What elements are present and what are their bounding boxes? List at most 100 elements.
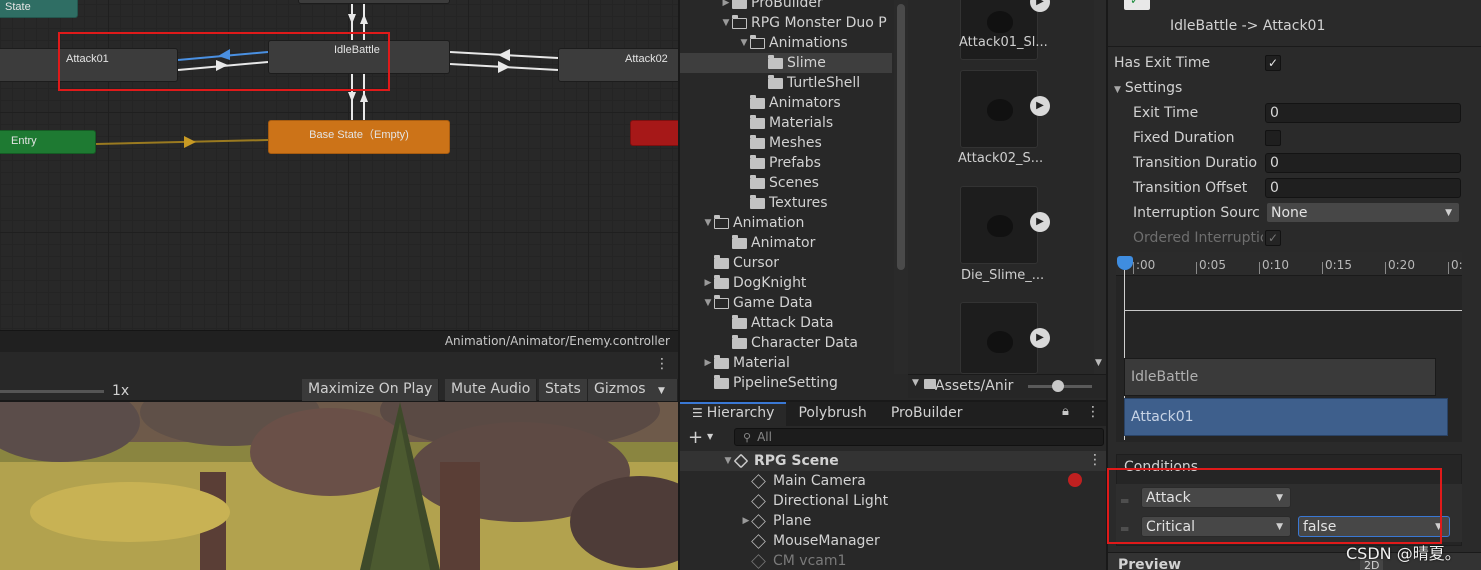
timeline-tick-label: 0:05 xyxy=(1199,258,1226,272)
chevron-down-icon[interactable]: ▼ xyxy=(738,38,750,48)
tree-item[interactable]: Animators xyxy=(680,93,892,113)
slider-handle[interactable] xyxy=(1052,380,1064,392)
mute-audio-button[interactable]: Mute Audio xyxy=(445,379,538,401)
game-viewport[interactable] xyxy=(0,402,678,570)
tree-item[interactable]: TurtleShell xyxy=(680,73,892,93)
maximize-on-play-button[interactable]: Maximize On Play xyxy=(302,379,440,401)
transition-offset-field[interactable]: 0 xyxy=(1265,178,1461,198)
play-icon[interactable]: ▶ xyxy=(1030,96,1050,116)
tree-item[interactable]: Meshes xyxy=(680,133,892,153)
asset-thumb-attack01[interactable] xyxy=(960,0,1038,60)
tree-item[interactable]: Character Data xyxy=(680,333,892,353)
timeline-tick-label: :00 xyxy=(1136,258,1156,272)
hierarchy-item[interactable]: CM vcam1 xyxy=(680,551,1106,570)
tree-item[interactable]: Textures xyxy=(680,193,892,213)
exit-time-field[interactable]: 0 xyxy=(1265,103,1461,123)
assets-scrollbar[interactable]: ▼ xyxy=(1094,0,1106,374)
stats-button[interactable]: Stats xyxy=(539,379,588,401)
play-icon[interactable]: ▶ xyxy=(1030,328,1050,348)
transition-duration-field[interactable]: 0 xyxy=(1265,153,1461,173)
tab-hierarchy[interactable]: ☰ Hierarchy xyxy=(680,402,787,426)
has-exit-time-checkbox[interactable]: ✓ xyxy=(1265,55,1281,71)
timeline-bar-attack01[interactable]: Attack01 xyxy=(1124,398,1448,436)
tree-item[interactable]: PipelineSetting xyxy=(680,373,892,393)
tree-item[interactable]: Scenes xyxy=(680,173,892,193)
asset-thumb-die[interactable] xyxy=(960,186,1038,264)
scroll-down-icon[interactable]: ▼ xyxy=(1095,358,1102,368)
tree-item[interactable]: ▶ Material xyxy=(680,353,892,373)
asset-thumb-next[interactable] xyxy=(960,302,1038,374)
state-node-attack02[interactable]: Attack02 xyxy=(558,48,678,82)
condition-value-dropdown-2[interactable]: false ▼ xyxy=(1298,516,1450,537)
scale-slider[interactable] xyxy=(0,390,104,393)
tab-probuilder[interactable]: ProBuilder xyxy=(879,402,975,426)
tree-item[interactable]: Attack Data xyxy=(680,313,892,333)
chevron-down-icon[interactable]: ▼ xyxy=(722,456,734,466)
tree-item[interactable]: Prefabs xyxy=(680,153,892,173)
tree-item-label: RPG Monster Duo P xyxy=(751,15,887,31)
tree-item-label: Meshes xyxy=(769,135,822,151)
asset-thumb-attack02[interactable] xyxy=(960,70,1038,148)
state-node-top-partial[interactable] xyxy=(298,0,450,4)
chevron-down-icon[interactable]: ▼ xyxy=(707,432,713,441)
chevron-right-icon[interactable]: ▶ xyxy=(702,278,714,288)
chevron-down-icon[interactable]: ▼ xyxy=(702,298,714,308)
tree-item[interactable]: ▶ DogKnight xyxy=(680,273,892,293)
tree-item[interactable]: ▼ Animations xyxy=(680,33,892,53)
base-state-node[interactable]: Base State（Empty) xyxy=(268,120,450,154)
tree-item-label: Scenes xyxy=(769,175,819,191)
fixed-duration-checkbox[interactable] xyxy=(1265,130,1281,146)
tree-item[interactable]: ▼ RPG Monster Duo P xyxy=(680,13,892,33)
hierarchy-item[interactable]: MouseManager xyxy=(680,531,1106,551)
asset-label-attack01: Attack01_Sl... xyxy=(959,35,1048,50)
chevron-right-icon[interactable]: ▶ xyxy=(702,358,714,368)
animator-graph[interactable]: State Attack01 IdleBattle Attack02 Entry… xyxy=(0,0,678,352)
hierarchy-scene-row[interactable]: ▼ RPG Scene ⋮ xyxy=(680,451,1106,471)
folder-icon xyxy=(768,54,783,69)
has-exit-time-label: Has Exit Time xyxy=(1114,55,1211,71)
exit-node-partial[interactable] xyxy=(630,120,678,146)
state-node-partial[interactable]: State xyxy=(0,0,78,18)
state-node-attack01[interactable]: Attack01 xyxy=(0,48,178,82)
tree-item[interactable]: Materials xyxy=(680,113,892,133)
tree-scrollbar[interactable] xyxy=(894,0,908,374)
state-node-idlebattle[interactable]: IdleBattle xyxy=(268,40,450,74)
chevron-down-icon[interactable]: ▼ xyxy=(702,218,714,228)
tree-item[interactable]: Slime xyxy=(680,53,892,73)
drag-handle-icon[interactable]: ═ xyxy=(1121,522,1128,536)
timeline-bar-idlebattle[interactable]: IdleBattle xyxy=(1124,358,1436,396)
timeline-tick-mark xyxy=(1448,262,1449,274)
tab-polybrush[interactable]: Polybrush xyxy=(786,402,878,426)
hierarchy-item[interactable]: Main Camera xyxy=(680,471,1106,491)
gizmos-button[interactable]: Gizmos ▼ xyxy=(588,379,678,401)
condition-param-dropdown-1[interactable]: Attack ▼ xyxy=(1141,487,1291,508)
add-icon[interactable]: + xyxy=(688,427,703,448)
tree-item-label: Game Data xyxy=(733,295,813,311)
kebab-menu-icon[interactable]: ⋮ xyxy=(1086,404,1100,420)
list-icon: ☰ xyxy=(692,406,703,420)
tree-item[interactable]: Cursor xyxy=(680,253,892,273)
chevron-right-icon[interactable]: ▶ xyxy=(720,0,732,8)
interruption-source-dropdown[interactable]: None ▼ xyxy=(1266,202,1460,223)
tree-item[interactable]: ▶ ProBuilder xyxy=(680,0,892,13)
search-placeholder: All xyxy=(757,430,772,444)
kebab-menu-icon[interactable]: ⋮ xyxy=(1088,452,1102,468)
hierarchy-item[interactable]: Directional Light xyxy=(680,491,1106,511)
settings-foldout[interactable]: ▼ Settings xyxy=(1114,80,1182,96)
interruption-source-value: None xyxy=(1271,204,1308,221)
entry-node[interactable]: Entry xyxy=(0,130,96,154)
scroll-down-icon[interactable]: ▼ xyxy=(912,378,919,388)
play-icon[interactable]: ▶ xyxy=(1030,212,1050,232)
drag-handle-icon[interactable]: ═ xyxy=(1121,494,1128,508)
ordered-interruption-checkbox[interactable]: ✓ xyxy=(1265,230,1281,246)
lock-icon[interactable]: 🔒︎ xyxy=(1062,404,1069,419)
hierarchy-search-input[interactable]: ⚲ All xyxy=(734,428,1104,446)
tree-item[interactable]: Animator xyxy=(680,233,892,253)
chevron-down-icon[interactable]: ▼ xyxy=(720,18,732,28)
hierarchy-item[interactable]: ▶ Plane xyxy=(680,511,1106,531)
tree-item-label: Slime xyxy=(787,55,826,71)
condition-param-dropdown-2[interactable]: Critical ▼ xyxy=(1141,516,1291,537)
tree-item[interactable]: ▼ Game Data xyxy=(680,293,892,313)
kebab-menu-icon[interactable]: ⋮ xyxy=(655,356,669,372)
tree-item[interactable]: ▼ Animation xyxy=(680,213,892,233)
